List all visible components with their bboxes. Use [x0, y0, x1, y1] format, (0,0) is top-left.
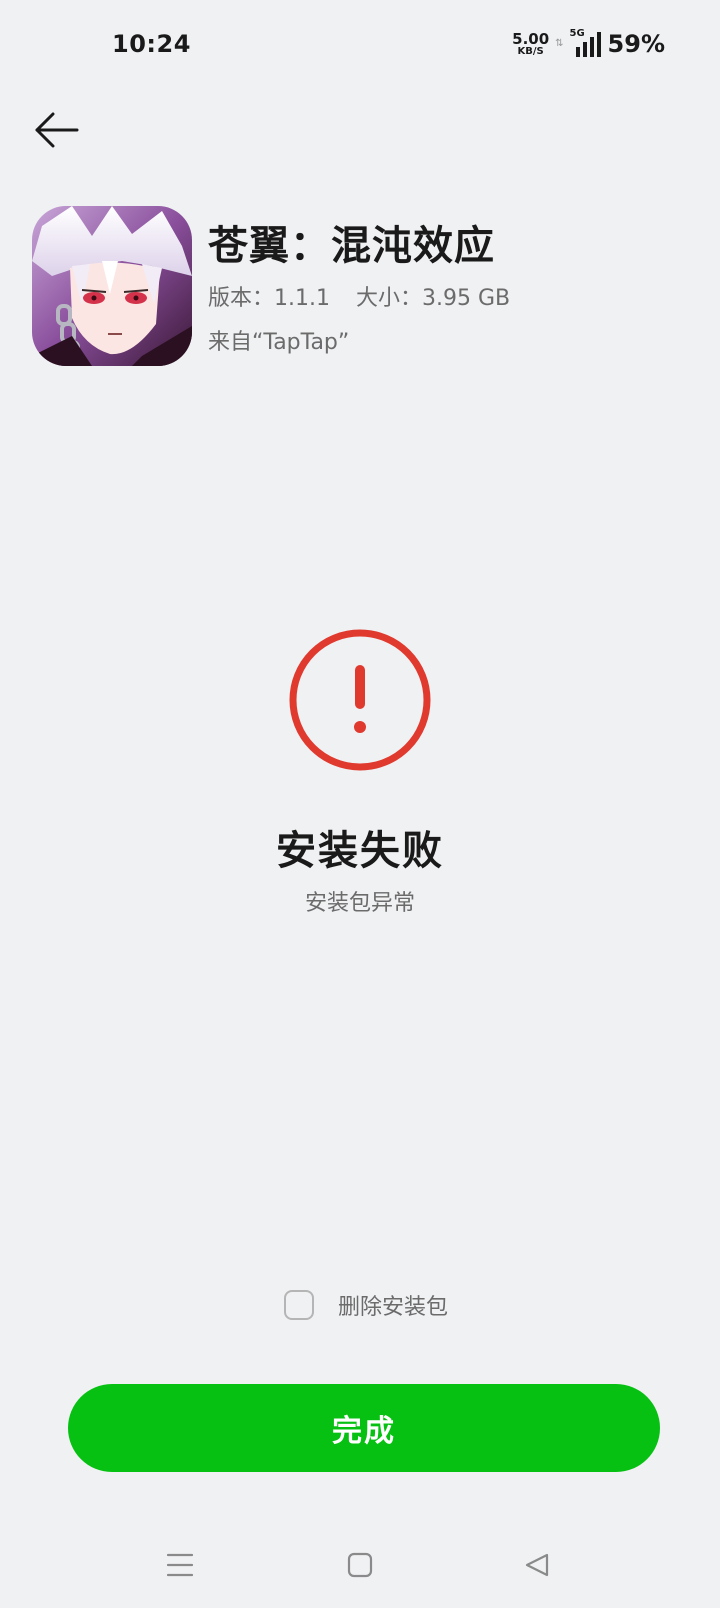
- done-button-label: 完成: [332, 1414, 396, 1449]
- app-version: 版本：1.1.1: [208, 286, 330, 311]
- back-button[interactable]: [30, 108, 82, 152]
- home-button[interactable]: [335, 1540, 385, 1590]
- data-arrows-icon: ⇅: [555, 38, 564, 49]
- menu-icon: [166, 1553, 194, 1577]
- done-button[interactable]: 完成: [68, 1384, 660, 1472]
- app-name: 苍翼：混沌效应: [208, 223, 495, 269]
- app-meta: 版本：1.1.1 大小：3.95 GB: [208, 280, 510, 312]
- nav-back-button[interactable]: [512, 1540, 562, 1590]
- status-indicators: 5.00 KB/S ⇅ 5G 59%: [512, 28, 665, 58]
- app-size: 大小：3.95 GB: [355, 286, 511, 311]
- delete-package-label: 删除安装包: [338, 1295, 449, 1320]
- signal-icon: 5G: [570, 28, 602, 57]
- error-icon: [287, 627, 433, 773]
- network-speed-value: 5.00: [512, 29, 550, 48]
- status-bar: 10:24 5.00 KB/S ⇅ 5G 59%: [0, 0, 720, 92]
- menu-button[interactable]: [155, 1540, 205, 1590]
- network-speed: 5.00 KB/S: [512, 29, 550, 57]
- back-arrow-icon: [35, 112, 79, 148]
- app-source: 来自“TapTap”: [208, 330, 350, 355]
- result-subtitle: 安装包异常: [304, 891, 415, 916]
- battery-level: 59%: [607, 30, 665, 58]
- app-icon: [32, 206, 192, 366]
- delete-package-option[interactable]: 删除安装包: [284, 1289, 448, 1321]
- delete-package-checkbox[interactable]: [284, 1290, 314, 1320]
- result-title: 安装失败: [276, 828, 444, 874]
- navigation-bar: [0, 1540, 720, 1590]
- back-icon: [525, 1553, 549, 1577]
- home-icon: [347, 1552, 373, 1578]
- network-speed-unit: KB/S: [517, 45, 544, 57]
- status-time: 10:24: [112, 30, 191, 58]
